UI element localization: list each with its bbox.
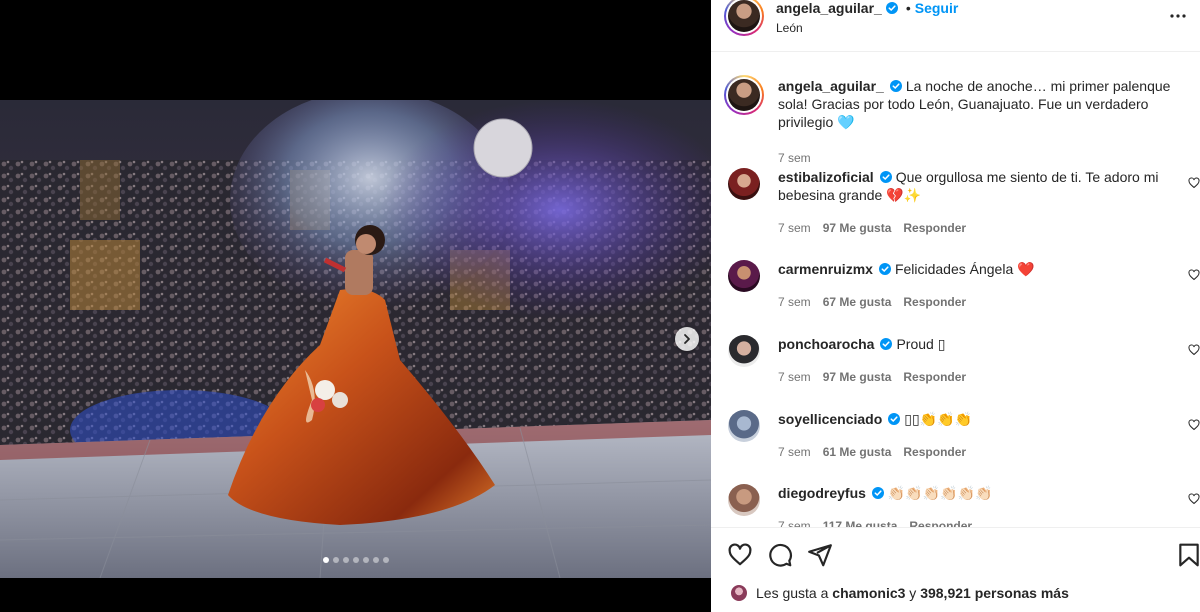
reply-button[interactable]: Responder [903, 370, 966, 384]
commenter-username[interactable]: diegodreyfus [778, 485, 866, 501]
commenter-avatar[interactable] [728, 260, 760, 292]
comment-likes[interactable]: 117 Me gusta [823, 519, 898, 527]
carousel-dot [342, 557, 349, 563]
carousel-dot [382, 557, 389, 563]
commenter-username[interactable]: soyellicenciado [778, 411, 882, 427]
comments-list[interactable]: angela_aguilar_ La noche de anoche… mi pr… [711, 53, 1200, 527]
comment-body: carmenruizmx Felicidades Ángela ❤️ [778, 260, 1178, 278]
comment-meta: 7 sem 117 Me gusta Responder [778, 519, 972, 527]
media-pane [0, 0, 711, 612]
verified-badge-icon [885, 2, 898, 14]
comment-likes[interactable]: 97 Me gusta [823, 221, 892, 235]
commenter-avatar[interactable] [728, 410, 760, 442]
likes-summary: Les gusta a chamonic3 y 398,921 personas… [730, 584, 1069, 602]
carousel-dot [322, 557, 329, 563]
commenter-username[interactable]: estibalizoficial [778, 169, 874, 185]
post-photo[interactable] [0, 100, 711, 578]
next-image-button[interactable] [675, 327, 699, 351]
comment-time[interactable]: 7 sem [778, 445, 811, 459]
bookmark-icon[interactable] [1176, 542, 1200, 568]
commenter-avatar[interactable] [728, 484, 760, 516]
comment-likes[interactable]: 67 Me gusta [823, 295, 892, 309]
commenter-username[interactable]: ponchoarocha [778, 336, 874, 352]
follow-button[interactable]: Seguir [915, 0, 959, 16]
comment-body: diegodreyfus 👏🏻👏🏻👏🏻👏🏻👏🏻👏🏻 [778, 484, 1178, 502]
verified-badge-icon [871, 487, 884, 499]
comment-icon[interactable] [767, 542, 793, 568]
comment-meta: 7 sem 61 Me gusta Responder [778, 445, 966, 459]
caption-time[interactable]: 7 sem [778, 151, 811, 165]
comment-text: Proud ▯ [896, 336, 946, 352]
comment-likes[interactable]: 61 Me gusta [823, 445, 892, 459]
reply-button[interactable]: Responder [903, 445, 966, 459]
comment-meta: 7 sem 97 Me gusta Responder [778, 370, 966, 384]
commenter-username[interactable]: carmenruizmx [778, 261, 873, 277]
author-avatar[interactable] [724, 0, 764, 36]
comment-time[interactable]: 7 sem [778, 519, 811, 527]
comment-text: 👏🏻👏🏻👏🏻👏🏻👏🏻👏🏻 [887, 485, 993, 501]
liker-username[interactable]: chamonic3 [832, 585, 905, 601]
comment-text: Felicidades Ángela ❤️ [894, 261, 1035, 277]
caption-username[interactable]: angela_aguilar_ [778, 78, 884, 94]
comment-text: ▯▯👏👏👏 [904, 411, 972, 427]
share-icon[interactable] [807, 542, 833, 568]
verified-badge-icon [879, 171, 892, 183]
comment-body: soyellicenciado ▯▯👏👏👏 [778, 410, 1178, 428]
post-side-panel: angela_aguilar_ • Seguir León angela_agu… [711, 0, 1200, 612]
comment-likes[interactable]: 97 Me gusta [823, 370, 892, 384]
comment-body: ponchoarocha Proud ▯ [778, 335, 1178, 353]
comment-meta: 7 sem 67 Me gusta Responder [778, 295, 966, 309]
liker-avatar[interactable] [730, 584, 748, 602]
carousel-dot [352, 557, 359, 563]
caption-body: angela_aguilar_ La noche de anoche… mi pr… [778, 77, 1193, 131]
comment-time[interactable]: 7 sem [778, 221, 811, 235]
reply-button[interactable]: Responder [903, 221, 966, 235]
comment-meta: 7 sem 97 Me gusta Responder [778, 221, 966, 235]
commenter-avatar[interactable] [728, 335, 760, 367]
comment-heart-icon[interactable] [1188, 269, 1200, 281]
carousel-dot [362, 557, 369, 563]
post-location[interactable]: León [776, 21, 803, 35]
verified-badge-icon [888, 413, 901, 425]
chevron-right-icon [684, 334, 690, 344]
author-line: angela_aguilar_ • Seguir [776, 0, 958, 16]
verified-badge-icon [878, 263, 891, 275]
instagram-post-modal: angela_aguilar_ • Seguir León angela_agu… [0, 0, 1200, 612]
comment-heart-icon[interactable] [1188, 177, 1200, 189]
carousel-dot [332, 557, 339, 563]
verified-badge-icon [880, 338, 893, 350]
concert-photo-illustration [0, 100, 711, 578]
author-username[interactable]: angela_aguilar_ [776, 0, 882, 16]
post-header: angela_aguilar_ • Seguir León [711, 0, 1200, 52]
carousel-indicator [0, 557, 711, 563]
more-options-icon[interactable] [1168, 6, 1188, 26]
comment-heart-icon[interactable] [1188, 493, 1200, 505]
likes-count[interactable]: 398,921 personas más [920, 585, 1069, 601]
comment-heart-icon[interactable] [1188, 344, 1200, 356]
comment-body: estibalizoficial Que orgullosa me siento … [778, 168, 1178, 204]
commenter-avatar[interactable] [728, 168, 760, 200]
comment-time[interactable]: 7 sem [778, 370, 811, 384]
likes-prefix: Les gusta a [756, 585, 833, 601]
carousel-dot [372, 557, 379, 563]
verified-badge-icon [889, 80, 902, 92]
heart-icon[interactable] [727, 542, 753, 568]
reply-button[interactable]: Responder [903, 295, 966, 309]
comment-time[interactable]: 7 sem [778, 295, 811, 309]
reply-button[interactable]: Responder [909, 519, 972, 527]
comment-heart-icon[interactable] [1188, 419, 1200, 431]
header-separator: • [905, 0, 911, 16]
likes-middle: y [905, 585, 921, 601]
caption-avatar[interactable] [724, 75, 764, 115]
post-actions-bar: Les gusta a chamonic3 y 398,921 personas… [711, 527, 1200, 612]
